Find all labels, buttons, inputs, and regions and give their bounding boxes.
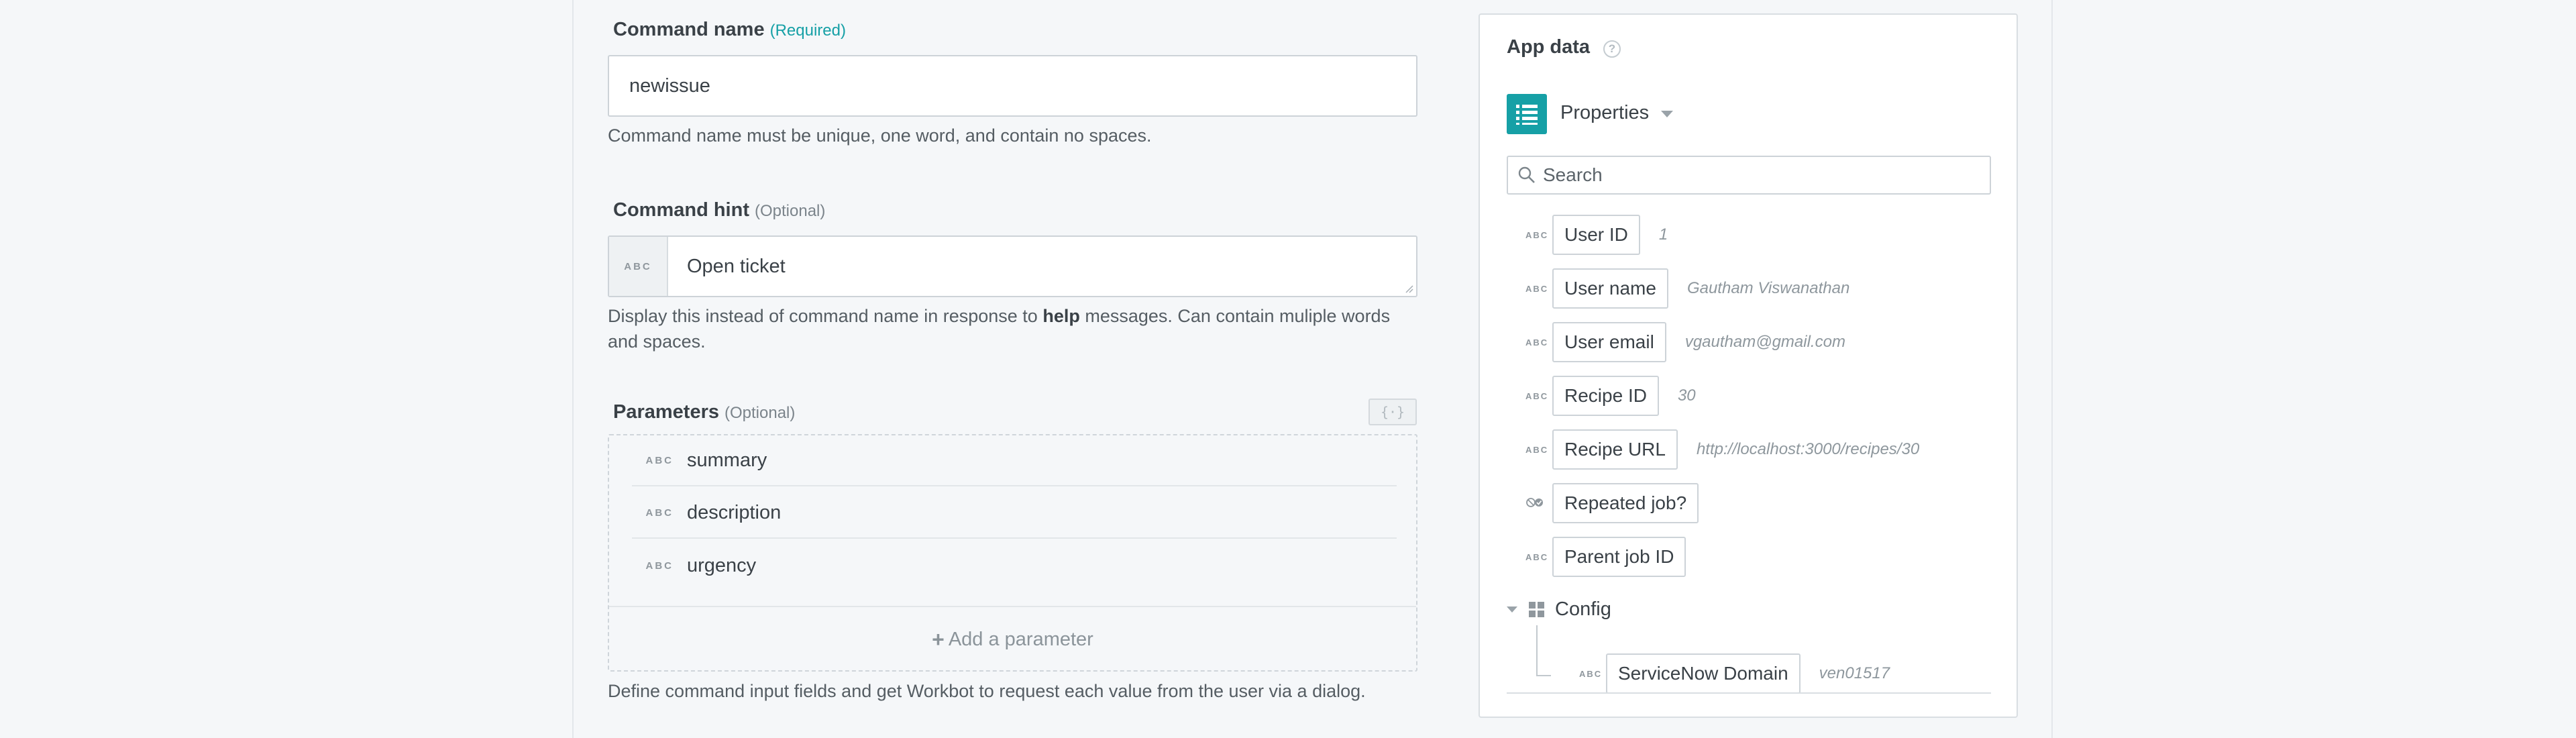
command-name-help: Command name must be unique, one word, a… [608, 125, 1152, 146]
abc-type-icon: ABC [1525, 337, 1549, 348]
search-icon [1518, 166, 1535, 183]
plus-icon: + [932, 627, 945, 651]
abc-type-icon: ABC [645, 454, 674, 466]
abc-type-icon: ABC [1525, 390, 1549, 401]
data-pill-row: ABC Recipe URL http://localhost:3000/rec… [1525, 428, 1919, 471]
parameter-name: summary [687, 449, 767, 471]
data-pill-parent-job-id[interactable]: Parent job ID [1552, 537, 1686, 577]
sample-value: http://localhost:3000/recipes/30 [1696, 440, 1920, 458]
sample-value: vgautham@gmail.com [1684, 333, 1845, 351]
data-pill-recipe-id[interactable]: Recipe ID [1552, 376, 1659, 416]
add-parameter-button[interactable]: + Add a parameter [609, 606, 1416, 672]
list-item[interactable]: ABC summary [632, 435, 1397, 486]
abc-type-icon: ABC [1525, 444, 1549, 455]
data-pill-row: Repeated job? [1525, 482, 1699, 525]
add-parameter-label: Add a parameter [948, 628, 1093, 650]
chevron-down-icon [1507, 607, 1517, 613]
list-item[interactable]: ABC description [632, 488, 1397, 539]
sample-value: Gautham Viswanathan [1686, 279, 1850, 297]
command-hint-help-text: Display this instead of command name in … [608, 306, 1043, 326]
sample-value: 30 [1677, 386, 1696, 405]
parameters-list: ABC summary ABC description ABC urgency … [608, 434, 1417, 672]
parameters-label: Parameters (Optional) [613, 401, 795, 423]
type-prefix: ABC [609, 237, 668, 296]
command-name-label-text: Command name [613, 19, 765, 40]
command-name-value: newissue [629, 74, 710, 97]
sample-value: 1 [1658, 225, 1668, 244]
help-keyword: help [1042, 306, 1080, 326]
abc-type-icon: ABC [624, 260, 652, 272]
optional-tag: (Optional) [755, 202, 826, 220]
app-data-panel: App data ? Properties ABC User ID 1 ABC … [1479, 13, 2018, 718]
source-dropdown[interactable]: Properties [1560, 102, 1649, 124]
data-pill-recipe-url[interactable]: Recipe URL [1552, 429, 1678, 470]
data-pill-row: ABC ServiceNow Domain ven01517 [1579, 652, 1890, 695]
chevron-down-icon[interactable] [1661, 111, 1673, 117]
search-field[interactable] [1507, 156, 1991, 195]
sample-value: ven01517 [1819, 664, 1890, 682]
abc-type-icon: ABC [1525, 283, 1549, 294]
data-pill-user-id[interactable]: User ID [1552, 215, 1640, 255]
data-pill-repeated-job[interactable]: Repeated job? [1552, 483, 1699, 523]
data-pill-row: ABC User email vgautham@gmail.com [1525, 321, 1845, 364]
data-pill-row: ABC Parent job ID [1525, 535, 1686, 578]
list-icon [1507, 94, 1547, 134]
panel-title: App data [1507, 36, 1591, 58]
required-tag: (Required) [769, 21, 846, 40]
config-label: Config [1555, 598, 1611, 620]
resize-handle-icon[interactable] [1404, 284, 1413, 293]
abc-type-icon: ABC [1579, 668, 1603, 679]
parameter-name: description [687, 501, 782, 523]
grid-icon [1529, 601, 1544, 617]
help-icon[interactable]: ? [1603, 40, 1621, 58]
abc-type-icon: ABC [1525, 229, 1549, 240]
list-item[interactable]: ABC urgency [632, 540, 1397, 591]
parameters-help: Define command input fields and get Work… [608, 681, 1366, 701]
data-pill-servicenow-domain[interactable]: ServiceNow Domain [1606, 653, 1801, 694]
command-name-label: Command name (Required) [613, 19, 846, 41]
parameters-label-text: Parameters [613, 401, 719, 423]
divider [1507, 692, 1991, 694]
data-pill-user-name[interactable]: User name [1552, 268, 1668, 309]
command-hint-label: Command hint (Optional) [613, 199, 825, 221]
schema-toggle-icon[interactable]: {·} [1368, 399, 1417, 425]
tree-connector [1536, 625, 1551, 676]
search-input[interactable] [1543, 164, 1972, 186]
data-pill-row: ABC User name Gautham Viswanathan [1525, 267, 1849, 310]
command-hint-input[interactable]: ABC Open ticket [608, 235, 1417, 297]
abc-type-icon: ABC [1525, 551, 1549, 562]
abc-type-icon: ABC [645, 560, 674, 572]
abc-type-icon: ABC [645, 507, 674, 519]
data-pill-row: ABC Recipe ID 30 [1525, 374, 1696, 417]
config-group-toggle[interactable]: Config [1507, 598, 1611, 621]
command-hint-label-text: Command hint [613, 199, 749, 221]
command-hint-value: Open ticket [687, 255, 786, 277]
optional-tag: (Optional) [724, 404, 796, 422]
data-pill-row: ABC User ID 1 [1525, 213, 1668, 256]
boolean-type-icon [1525, 496, 1552, 511]
command-hint-help: Display this instead of command name in … [608, 303, 1417, 354]
command-name-input[interactable]: newissue [608, 55, 1417, 117]
data-pill-user-email[interactable]: User email [1552, 322, 1666, 362]
parameter-name: urgency [687, 554, 757, 576]
